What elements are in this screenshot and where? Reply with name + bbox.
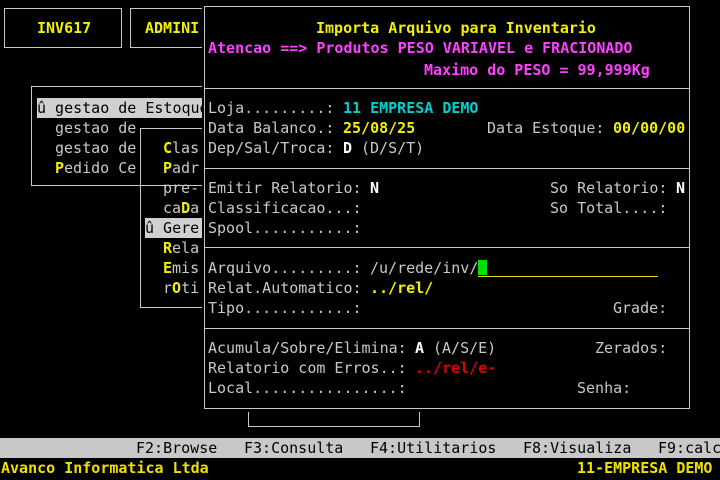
arquivo-label: Arquivo.........: — [208, 259, 362, 277]
bg-menu-item-pedido-label: edido Ce — [64, 159, 137, 177]
sub-menu-item-cada[interactable]: caDa — [163, 198, 199, 218]
hotkey-p: P — [55, 159, 65, 177]
acumula-options: (A/S/E) — [433, 339, 497, 357]
loja-value[interactable]: 11 EMPRESA DEMO — [343, 98, 478, 118]
tab-inv617-label[interactable]: INV617 — [37, 18, 91, 38]
sub-menu-label: adr — [172, 159, 200, 177]
hotkey-e: E — [163, 259, 173, 277]
emitir-value[interactable]: N — [370, 178, 379, 198]
bg-menu-item-gestao-1[interactable]: gestao de — [55, 118, 136, 138]
relat-auto-value[interactable]: ../rel/ — [370, 278, 433, 298]
f2-browse-key[interactable]: F2:Browse — [136, 438, 217, 458]
zerados-label: Zerados: — [595, 339, 668, 357]
data-balanco-value[interactable]: 25/08/25 — [343, 118, 415, 138]
dialog-title: Importa Arquivo para Inventario — [316, 19, 596, 37]
sub-menu-label: ti — [181, 279, 200, 297]
emitir-label: Emitir Relatorio: — [208, 179, 362, 197]
acumula-label: Acumula/Sobre/Elimina: — [208, 339, 407, 357]
weight-warning: Atencao ==> Produtos PESO VARIAVEL e FRA… — [208, 39, 633, 57]
so-relatorio-value[interactable]: N — [676, 178, 685, 198]
senha-label: Senha: — [577, 379, 632, 397]
tipo-label: Tipo............: — [208, 299, 362, 317]
local-label: Local................: — [208, 379, 407, 397]
sub-menu-label: las — [172, 139, 200, 157]
sub-menu-label: r — [163, 279, 173, 297]
text-cursor — [478, 260, 488, 275]
sub-menu-label: ca — [163, 199, 182, 217]
tab-admin-label[interactable]: ADMINI — [145, 18, 199, 38]
data-estoque-label: Data Estoque: — [487, 119, 605, 137]
dep-options: (D/S/T) — [361, 139, 425, 157]
f9-calc-key[interactable]: F9:calc — [658, 438, 720, 458]
acumula-value[interactable]: A — [415, 338, 424, 358]
arquivo-field[interactable]: /u/rede/inv/ — [370, 258, 488, 278]
sub-menu-item-gere[interactable]: û Gere — [145, 218, 204, 238]
bg-menu-item-gestao-2[interactable]: gestao de — [55, 138, 136, 158]
status-empresa: 11-EMPRESA DEMO — [577, 459, 713, 477]
hotkey-o: O — [172, 279, 182, 297]
data-balanco-label: Data Balanco.: — [208, 119, 335, 137]
classificacao-label: Classificacao...: — [208, 199, 362, 217]
sub-menu-item-roti[interactable]: rOti — [163, 278, 199, 298]
data-estoque-value[interactable]: 00/00/00 — [613, 118, 685, 138]
sub-menu-label: a — [190, 199, 200, 217]
hotkey-d: D — [181, 199, 191, 217]
spool-label: Spool...........: — [208, 219, 362, 237]
sub-menu-item-padr[interactable]: Padr — [163, 158, 199, 178]
divider-2 — [204, 168, 690, 169]
divider-1 — [204, 88, 690, 89]
status-company: Avanco Informatica Ltda — [1, 459, 209, 477]
relat-auto-label: Relat.Automatico: — [208, 279, 362, 297]
hotkey-p2: P — [163, 159, 173, 177]
arquivo-field-underline — [478, 276, 658, 277]
dep-label: Dep/Sal/Troca: — [208, 139, 335, 157]
dep-value[interactable]: D — [343, 138, 352, 158]
so-total-label: So Total....: — [550, 199, 668, 217]
sub-menu-label: ela — [172, 239, 200, 257]
rel-erros-label: Relatorio com Erros..: — [208, 359, 407, 377]
bg-menu-item-pedido[interactable]: Pedido Ce — [55, 158, 136, 178]
rel-erros-value[interactable]: ../rel/e- — [415, 358, 496, 378]
bg-menu-item-gestao-estoque[interactable]: û gestao de Estoque — [37, 98, 209, 118]
f8-visualiza-key[interactable]: F8:Visualiza — [523, 438, 631, 458]
grade-label: Grade: — [613, 299, 668, 317]
hotkey-c: C — [163, 139, 173, 157]
divider-4 — [204, 328, 690, 329]
f4-utilitarios-key[interactable]: F4:Utilitarios — [370, 438, 496, 458]
sub-menu-label: mis — [172, 259, 200, 277]
sub-menu-item-rela[interactable]: Rela — [163, 238, 199, 258]
so-relatorio-label: So Relatorio: — [550, 179, 668, 197]
hotkey-r: R — [163, 239, 173, 257]
sub-menu-item-pre[interactable]: pre- — [163, 178, 199, 198]
sub-menu-item-clas[interactable]: Clas — [163, 138, 199, 158]
loja-label: Loja.........: — [208, 99, 335, 117]
divider-3 — [204, 247, 690, 248]
max-weight-note: Maximo do PESO = 99,999Kg — [424, 61, 650, 79]
f3-consulta-key[interactable]: F3:Consulta — [244, 438, 343, 458]
dialog-shadow-bottom — [248, 412, 420, 427]
arquivo-value: /u/rede/inv/ — [370, 259, 479, 277]
sub-menu-item-emis[interactable]: Emis — [163, 258, 199, 278]
